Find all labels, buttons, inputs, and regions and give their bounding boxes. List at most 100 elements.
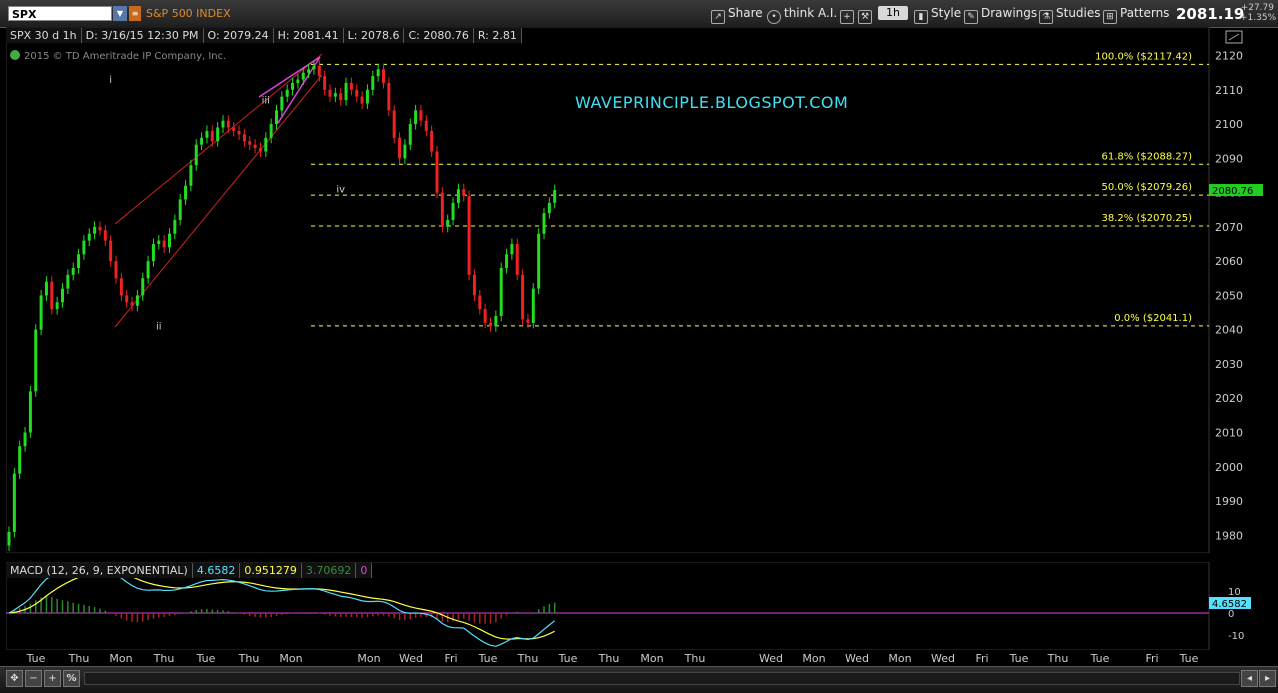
watermark-text: WAVEPRINCIPLE.BLOGSPOT.COM	[575, 93, 849, 112]
patterns-button[interactable]: ⊞ Patterns	[1103, 4, 1169, 24]
bar-high: H: 2081.41	[273, 28, 344, 43]
price-tick-label: 2040	[1215, 324, 1243, 337]
fib-label: 38.2% ($2070.25)	[1102, 213, 1193, 224]
price-tick-label: 2020	[1215, 392, 1243, 405]
wave-label: i	[109, 75, 112, 86]
time-tick-label: Thu	[1047, 652, 1069, 665]
time-tick-label: Tue	[196, 652, 216, 665]
time-tick-label: Fri	[975, 652, 989, 665]
candle-body	[18, 446, 22, 474]
candle-body	[103, 230, 107, 241]
time-tick-label: Thu	[517, 652, 539, 665]
candle-body	[226, 120, 230, 128]
time-tick-label: Tue	[558, 652, 578, 665]
candle-body	[130, 302, 134, 306]
symbol-dropdown-icon[interactable]: ▼	[113, 6, 127, 21]
candle-body	[296, 79, 300, 83]
price-tick-label: 2000	[1215, 461, 1243, 474]
time-tick-label: Thu	[68, 652, 90, 665]
candle-body	[248, 141, 252, 145]
brain-icon: •	[767, 10, 781, 24]
tool-button[interactable]: ⚒	[858, 4, 875, 24]
candle-body	[50, 281, 54, 310]
candle-body	[531, 288, 535, 323]
zoom-in-icon[interactable]: +	[44, 670, 61, 687]
drawings-button[interactable]: ✎ Drawings	[964, 4, 1038, 24]
chart-title[interactable]: SPX 30 d 1h	[6, 28, 82, 43]
timeframe-button[interactable]: 1h	[878, 6, 908, 20]
candle-body	[98, 226, 102, 231]
macd-tick-neg10: -10	[1228, 631, 1244, 642]
bar-open: O: 2079.24	[203, 28, 274, 43]
horizontal-scrollbar[interactable]	[84, 672, 1240, 685]
candle-body	[339, 93, 343, 101]
share-button[interactable]: ↗ Share	[711, 4, 763, 24]
candle-body	[55, 302, 59, 310]
style-button[interactable]: ▮ Style	[914, 4, 962, 24]
time-tick-label: Wed	[931, 652, 955, 665]
macd-title[interactable]: MACD (12, 26, 9, EXPONENTIAL)	[6, 563, 193, 578]
symbol-input[interactable]: SPX	[8, 6, 112, 21]
candle-body	[189, 165, 193, 186]
candle-body	[526, 319, 530, 323]
macd-avg: 0.951279	[240, 563, 302, 578]
candle-body	[440, 192, 444, 227]
candle-body	[28, 391, 32, 433]
candle-body	[521, 274, 525, 320]
time-tick-label: Thu	[153, 652, 175, 665]
time-tick-label: Tue	[1179, 652, 1199, 665]
candle-body	[505, 254, 509, 269]
percent-icon[interactable]: %	[63, 670, 80, 687]
time-tick-label: Thu	[238, 652, 260, 665]
crosshair-button[interactable]: +	[840, 4, 857, 24]
price-tick-label: 1980	[1215, 529, 1243, 542]
macd-info-bar: MACD (12, 26, 9, EXPONENTIAL) 4.6582 0.9…	[6, 563, 373, 578]
candle-body	[382, 69, 385, 83]
price-tick-label: 2050	[1215, 289, 1243, 302]
candle-body	[221, 120, 225, 128]
symbol-menu-icon[interactable]: ≡	[129, 6, 141, 21]
candle-body	[360, 96, 364, 104]
fib-label: 50.0% ($2079.26)	[1102, 182, 1193, 193]
time-tick-label: Mon	[357, 652, 381, 665]
style-label: Style	[931, 6, 962, 20]
candle-body	[66, 274, 70, 289]
candle-body	[200, 137, 204, 145]
candle-body	[349, 82, 353, 90]
candle-body	[151, 244, 155, 262]
macd-value: 4.6582	[192, 563, 241, 578]
candle-body	[515, 244, 519, 275]
info-icon[interactable]	[10, 50, 20, 60]
zoom-out-icon[interactable]: −	[25, 670, 42, 687]
wave-label: ii	[156, 322, 162, 333]
candle-body	[114, 261, 118, 279]
candle-body	[184, 185, 188, 200]
candle-body	[398, 137, 402, 159]
candle-body	[93, 226, 97, 234]
time-tick-label: Tue	[478, 652, 498, 665]
candle-body	[547, 202, 551, 214]
price-tick-label: 2100	[1215, 118, 1243, 131]
symbol-description: S&P 500 INDEX	[146, 7, 231, 20]
scroll-right-icon[interactable]: ▸	[1259, 670, 1276, 687]
price-tick-label: 2120	[1215, 50, 1243, 63]
candle-body	[119, 278, 123, 296]
candle-body	[210, 130, 214, 142]
candle-body	[365, 89, 369, 104]
patterns-icon: ⊞	[1103, 10, 1117, 24]
candle-body	[141, 278, 145, 296]
bottom-toolbar: ✥ − + % ◂ ▸	[0, 666, 1278, 693]
think-ai-button[interactable]: • think A.I.	[767, 4, 837, 24]
studies-button[interactable]: ⚗ Studies	[1039, 4, 1101, 24]
candle-body	[312, 65, 316, 70]
scroll-left-icon[interactable]: ◂	[1241, 670, 1258, 687]
macd-diff: 3.70692	[301, 563, 357, 578]
move-icon[interactable]: ✥	[6, 670, 23, 687]
candle-body	[446, 220, 450, 227]
candle-body	[135, 295, 139, 306]
candle-body	[285, 89, 289, 97]
macd-value-tag-text: 4.6582	[1212, 599, 1247, 610]
candle-body	[109, 240, 113, 262]
candle-body	[61, 288, 64, 303]
drawings-label: Drawings	[981, 6, 1038, 20]
